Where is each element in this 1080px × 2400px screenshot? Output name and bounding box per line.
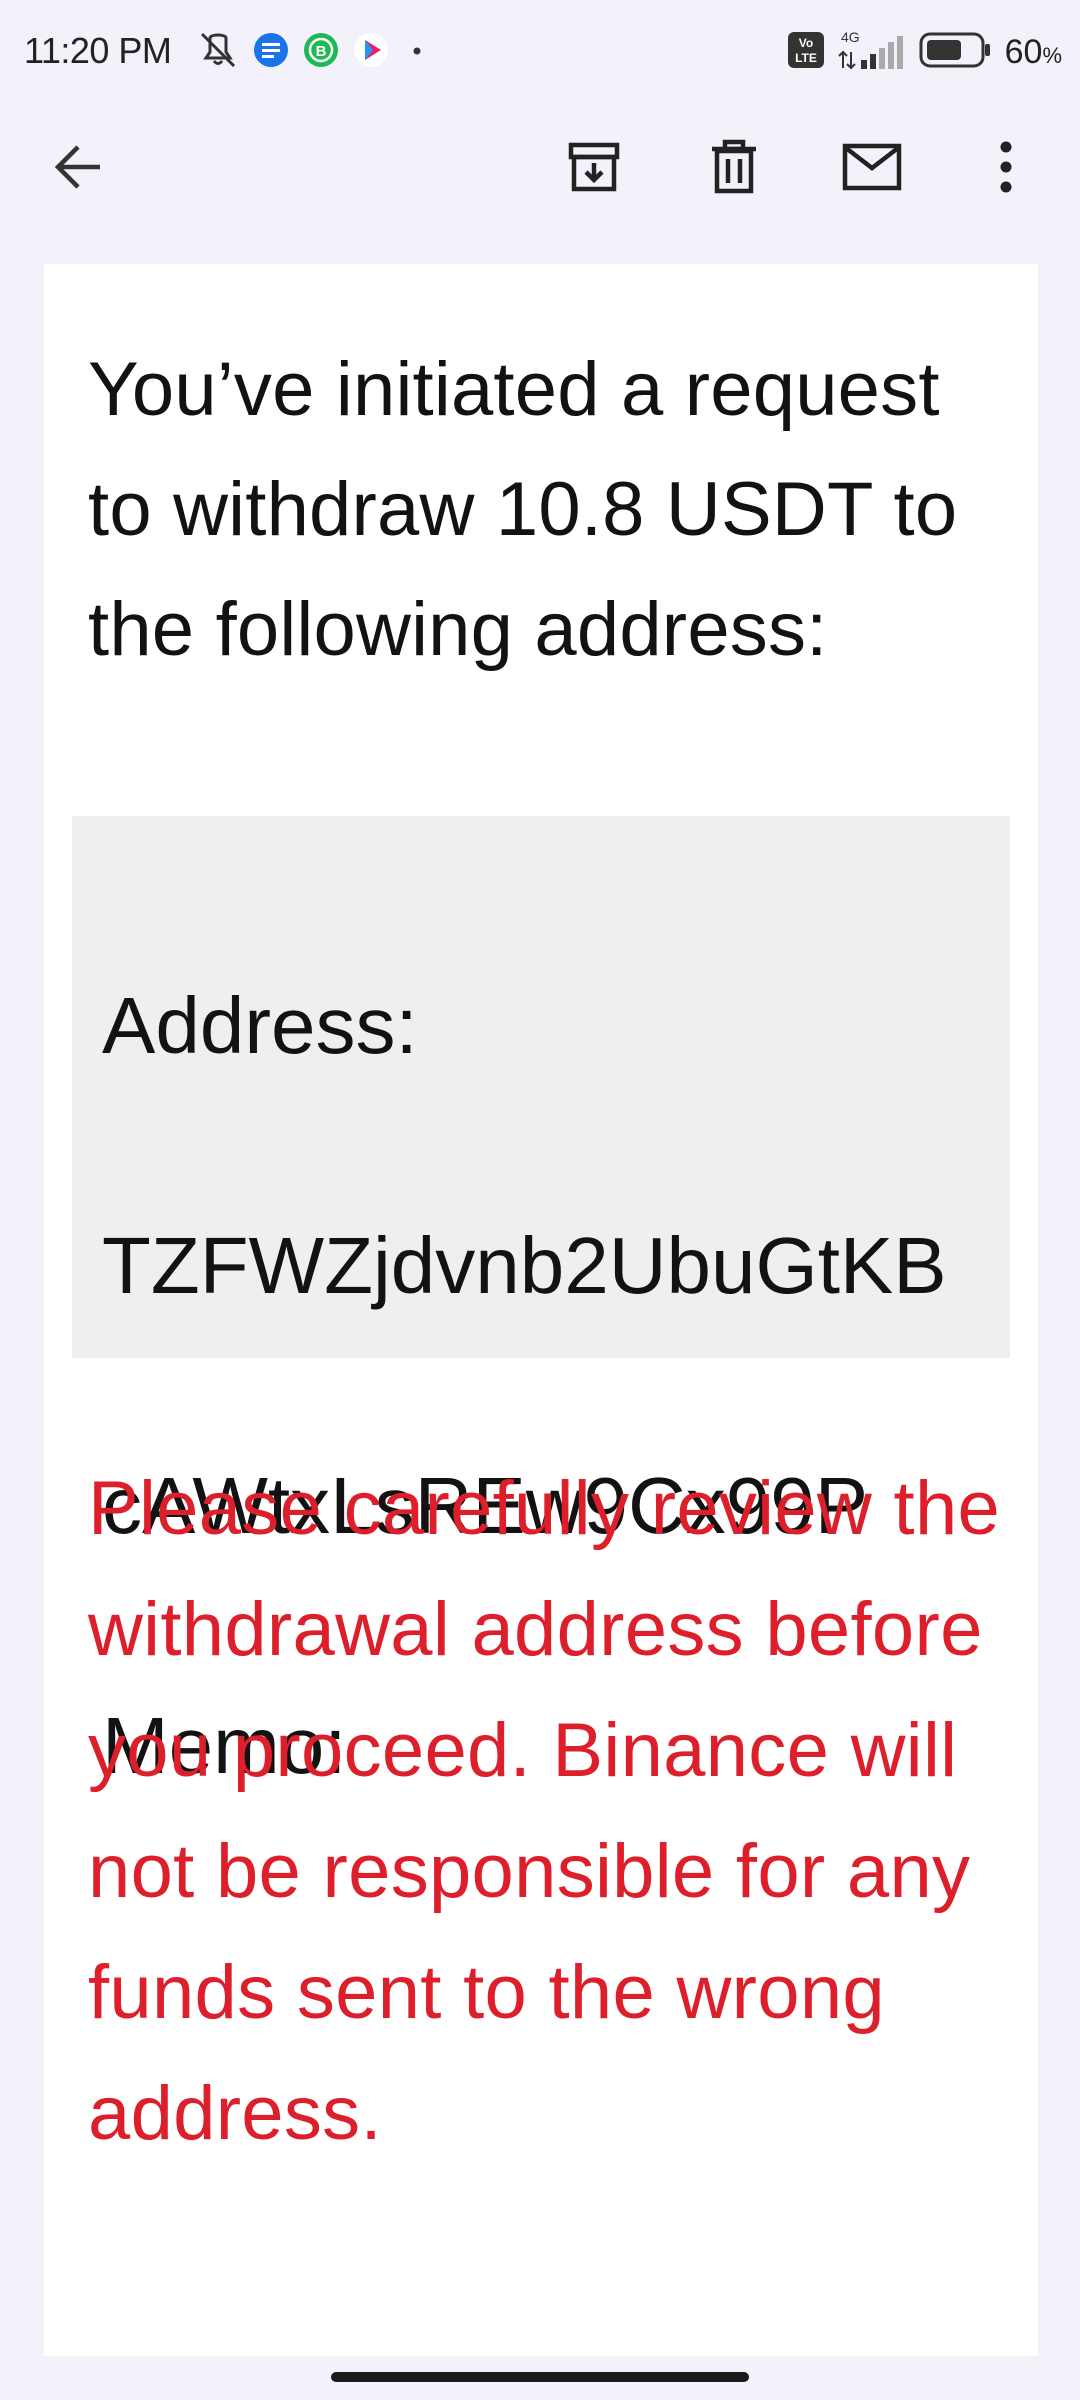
status-bar: 11:20 PM B Vo LTE 4G 60%: [0, 0, 1080, 106]
intro-text: You’ve initiated a request to withdraw 1…: [88, 347, 958, 672]
address-box: Address: TZFWZjdvnb2UbuGtKB cAWtxLsREw9C…: [72, 816, 1010, 1790]
gesture-handle[interactable]: [331, 2372, 749, 2382]
app-bar: [0, 106, 1080, 264]
battery-icon: [919, 31, 993, 74]
delete-icon: [708, 139, 760, 195]
signal-icon: 4G: [837, 28, 907, 77]
messages-icon: [252, 31, 290, 74]
more-options-button[interactable]: [958, 119, 1054, 215]
b-app-icon: B: [302, 31, 340, 74]
warning-text: Please carefully review the withdrawal a…: [88, 1466, 1001, 2156]
mute-icon: [196, 30, 240, 75]
svg-text:B: B: [316, 43, 327, 60]
volte-icon: Vo LTE: [787, 31, 825, 74]
battery-value: 60: [1004, 32, 1043, 71]
volte-label-bottom: LTE: [795, 51, 817, 65]
battery-unit: %: [1042, 42, 1062, 68]
volte-label-top: Vo: [798, 36, 812, 50]
system-icons: Vo LTE 4G 60%: [787, 28, 1062, 76]
mark-unread-button[interactable]: [824, 119, 920, 215]
battery-percent: 60%: [1005, 33, 1062, 72]
address-line-1: TZFWZjdvnb2UbuGtKB: [102, 1221, 947, 1310]
delete-button[interactable]: [686, 119, 782, 215]
dot-icon: [402, 31, 432, 74]
back-button[interactable]: [30, 119, 126, 215]
address-label: Address:: [102, 981, 418, 1070]
network-type: 4G: [841, 29, 860, 45]
more-vert-icon: [996, 139, 1016, 195]
archive-button[interactable]: [546, 119, 642, 215]
archive-icon: [566, 139, 622, 195]
back-arrow-icon: [52, 141, 104, 193]
email-body[interactable]: You’ve initiated a request to withdraw 1…: [44, 264, 1038, 2356]
mail-icon: [841, 142, 903, 192]
notification-icons: B: [196, 30, 432, 74]
status-time: 11:20 PM: [24, 30, 172, 71]
play-icon: [352, 31, 390, 74]
